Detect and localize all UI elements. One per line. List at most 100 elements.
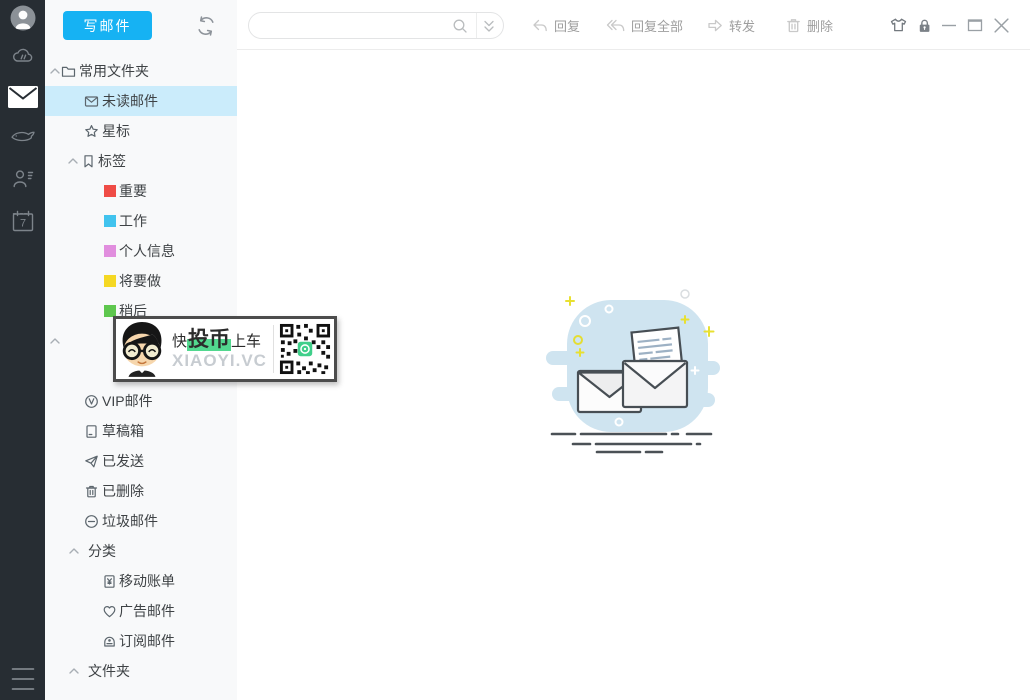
- tree-item-drafts[interactable]: 草稿箱: [45, 416, 237, 446]
- vip-icon: [84, 394, 99, 409]
- minimize-icon: [942, 24, 956, 27]
- tree-item-subscription-mail[interactable]: 订阅邮件: [45, 626, 237, 656]
- fish-icon[interactable]: [0, 129, 45, 143]
- tree-item-label: VIP邮件: [102, 393, 153, 409]
- cloud-sync-icon[interactable]: [0, 45, 45, 65]
- tree-item-label: 移动账单: [119, 573, 175, 589]
- delete-icon: [787, 18, 800, 32]
- tree-item-mobile-bills[interactable]: 移动账单: [45, 566, 237, 596]
- tree-item-label: 星标: [102, 123, 130, 139]
- collapse-arrow-icon[interactable]: [69, 548, 79, 554]
- toolbar: 回复 回复全部 转发 删除: [237, 0, 1030, 50]
- minimize-button[interactable]: [941, 0, 957, 50]
- reply-button[interactable]: 回复: [530, 0, 580, 50]
- block-icon: [84, 514, 99, 529]
- tree-item-label: 将要做: [119, 273, 161, 289]
- forward-button[interactable]: 转发: [705, 0, 755, 50]
- close-icon: [994, 17, 1009, 33]
- tree-item-label: 广告邮件: [119, 603, 175, 619]
- watermark-text: 快投币上车 XIAOYI.VC: [172, 327, 267, 370]
- search-options-chevron-icon[interactable]: [483, 18, 495, 34]
- compose-button[interactable]: 写邮件: [63, 11, 152, 40]
- tree-item-label: 订阅邮件: [119, 633, 175, 649]
- tree-item-label: 标签: [98, 153, 126, 169]
- label-color-swatch: [104, 185, 116, 197]
- star-icon: [84, 124, 99, 139]
- lock-icon: [919, 19, 930, 32]
- calendar-day: 7: [19, 218, 25, 230]
- contacts-icon[interactable]: [0, 167, 45, 191]
- mail-icon: [84, 94, 99, 109]
- tree-item-label: 个人信息: [119, 243, 175, 259]
- user-avatar[interactable]: [0, 5, 45, 31]
- label-color-swatch: [104, 275, 116, 287]
- reply-icon: [533, 19, 547, 31]
- send-icon: [84, 454, 99, 469]
- tree-item-common-folders[interactable]: 常用文件夹: [45, 56, 237, 86]
- watermark-qr-code: [278, 323, 331, 375]
- maximize-button[interactable]: [967, 0, 983, 50]
- search-divider: [476, 13, 477, 38]
- folder-sidebar: 写邮件 常用文件夹 未读邮件 星标 标签 重要 工作 个人信息 将要做 稍后 VIP邮件 草稿箱 已发…: [45, 0, 337, 700]
- empty-state-illustration: [546, 289, 720, 454]
- search-input[interactable]: [261, 17, 452, 34]
- collapse-arrow-icon[interactable]: [50, 338, 60, 344]
- tree-item-label: 已发送: [102, 453, 144, 469]
- draft-icon: [84, 424, 99, 439]
- refresh-icon[interactable]: [195, 15, 217, 37]
- shirt-icon: [890, 18, 907, 32]
- message-pane: [237, 50, 1030, 700]
- tree-item-label: 未读邮件: [102, 93, 158, 109]
- skin-theme-button[interactable]: [889, 0, 908, 50]
- mail-client-window: 7 写邮件 常用文件夹 未读邮件 星标 标签 重要 工作 个人信息 将要做 稍后 VIP邮件 草稿箱…: [0, 0, 1030, 700]
- search-box[interactable]: [248, 12, 504, 39]
- tree-item-label: 工作: [119, 213, 147, 229]
- menu-icon[interactable]: [0, 666, 45, 692]
- subscribe-icon: [102, 634, 117, 649]
- tree-item-ad-mail[interactable]: 广告邮件: [45, 596, 237, 626]
- tree-item-starred[interactable]: 星标: [45, 116, 237, 146]
- mail-icon[interactable]: [0, 86, 45, 108]
- tree-item-label-work[interactable]: 工作: [45, 206, 237, 236]
- collapse-arrow-icon[interactable]: [50, 68, 60, 74]
- tree-item-categories[interactable]: 分类: [45, 536, 237, 566]
- tree-item-deleted[interactable]: 已删除: [45, 476, 237, 506]
- tree-item-label: 分类: [88, 543, 116, 559]
- tree-item-junk-mail[interactable]: 垃圾邮件: [45, 506, 237, 536]
- tree-item-label-todo[interactable]: 将要做: [45, 266, 237, 296]
- close-button[interactable]: [993, 0, 1010, 50]
- folder-icon: [61, 64, 76, 79]
- tree-item-vip-mail[interactable]: VIP邮件: [45, 386, 237, 416]
- tree-item-label: 文件夹: [88, 663, 130, 679]
- search-icon[interactable]: [452, 18, 468, 34]
- collapse-arrow-icon[interactable]: [68, 158, 78, 164]
- tree-item-label: 草稿箱: [102, 423, 144, 439]
- tree-item-unread-mail[interactable]: 未读邮件: [45, 86, 237, 116]
- label-color-swatch: [104, 245, 116, 257]
- tree-item-folders[interactable]: 文件夹: [45, 656, 237, 686]
- lock-button[interactable]: [916, 0, 933, 50]
- calendar-icon[interactable]: 7: [0, 209, 45, 233]
- tree-item-sent[interactable]: 已发送: [45, 446, 237, 476]
- watermark-banner: 快投币上车 XIAOYI.VC: [113, 316, 337, 382]
- tree-item-label: 重要: [119, 183, 147, 199]
- tag-icon: [81, 154, 96, 169]
- tree-item-label: 垃圾邮件: [102, 513, 158, 529]
- tree-item-label-personal[interactable]: 个人信息: [45, 236, 237, 266]
- ad-icon: [102, 604, 117, 619]
- tree-item-label-important[interactable]: 重要: [45, 176, 237, 206]
- app-rail: 7: [0, 0, 45, 700]
- tree-item-label: 已删除: [102, 483, 144, 499]
- tree-item-label: 常用文件夹: [79, 63, 149, 79]
- reply-all-icon: [606, 19, 625, 31]
- bill-icon: [102, 574, 117, 589]
- reply-all-button[interactable]: 回复全部: [605, 0, 683, 50]
- maximize-icon: [967, 19, 983, 32]
- trash-icon: [84, 484, 99, 499]
- delete-button[interactable]: 删除: [785, 0, 833, 50]
- tree-item-tags[interactable]: 标签: [45, 146, 237, 176]
- forward-icon: [708, 19, 722, 31]
- watermark-avatar: [122, 322, 162, 377]
- label-color-swatch: [104, 215, 116, 227]
- collapse-arrow-icon[interactable]: [69, 668, 79, 674]
